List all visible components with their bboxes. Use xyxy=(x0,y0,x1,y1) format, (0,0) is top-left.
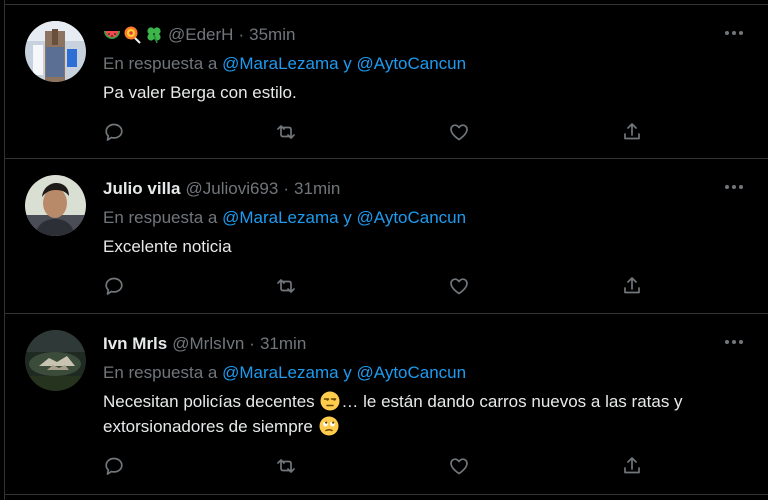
lollipop-emoji xyxy=(124,26,141,44)
avatar[interactable] xyxy=(25,175,86,236)
like-icon[interactable] xyxy=(448,275,470,297)
display-name[interactable]: Julio villa xyxy=(103,179,180,199)
timestamp[interactable]: 31min xyxy=(294,179,340,199)
share-icon[interactable] xyxy=(621,455,643,477)
like-icon[interactable] xyxy=(448,455,470,477)
more-options-icon[interactable] xyxy=(720,23,748,43)
reply-prefix: En respuesta a xyxy=(103,54,218,73)
retweet-icon[interactable] xyxy=(275,455,297,477)
display-name[interactable]: Ivn Mrls xyxy=(103,334,167,354)
mention-link[interactable]: @AytoCancun xyxy=(357,363,467,382)
reply-prefix: En respuesta a xyxy=(103,363,218,382)
more-options-icon[interactable] xyxy=(720,177,748,197)
like-icon[interactable] xyxy=(448,121,470,143)
mention-link[interactable]: @MaraLezama xyxy=(222,208,338,227)
mention-link[interactable]: @AytoCancun xyxy=(357,54,467,73)
more-options-icon[interactable] xyxy=(720,332,748,352)
rolling-eyes-emoji xyxy=(319,416,339,436)
user-handle[interactable]: @MrlsIvn xyxy=(172,334,244,354)
four-leaf-clover-emoji xyxy=(147,27,161,44)
mention-join: y xyxy=(343,208,352,227)
reply-context: En respuesta a @MaraLezama y @AytoCancun xyxy=(103,208,754,228)
mention-link[interactable]: @AytoCancun xyxy=(357,208,467,227)
tweet-actions xyxy=(4,121,640,143)
share-icon[interactable] xyxy=(621,275,643,297)
reply-icon[interactable] xyxy=(103,455,125,477)
user-handle[interactable]: @EderH xyxy=(168,25,233,45)
tweet-actions xyxy=(4,455,640,477)
timestamp[interactable]: 31min xyxy=(260,334,306,354)
share-icon[interactable] xyxy=(621,121,643,143)
avatar[interactable] xyxy=(25,21,86,82)
tweet[interactable]: Ivn Mrls @MrlsIvn · 31min En respuesta a… xyxy=(4,314,768,495)
mention-join: y xyxy=(343,363,352,382)
tweet-actions xyxy=(4,275,640,297)
avatar[interactable] xyxy=(25,330,86,391)
timestamp[interactable]: 35min xyxy=(249,25,295,45)
mention-link[interactable]: @MaraLezama xyxy=(222,363,338,382)
tweet-text-part: Necesitan policías decentes xyxy=(103,392,315,411)
tweet[interactable]: Julio villa @Juliovi693 · 31min En respu… xyxy=(4,159,768,314)
tweet-text: Pa valer Berga con estilo. xyxy=(103,83,297,102)
separator-dot: · xyxy=(249,334,255,353)
retweet-icon[interactable] xyxy=(275,121,297,143)
reply-prefix: En respuesta a xyxy=(103,208,218,227)
tweet-text: Necesitan policías decentes … le están d… xyxy=(103,389,754,439)
tweet-text: Excelente noticia xyxy=(103,237,232,256)
separator-dot: · xyxy=(283,179,290,198)
user-handle[interactable]: @Juliovi693 xyxy=(185,179,278,199)
retweet-icon[interactable] xyxy=(275,275,297,297)
unamused-face-emoji xyxy=(320,391,340,411)
tweet[interactable]: @EderH · 35min En respuesta a @MaraLezam… xyxy=(4,5,768,159)
display-name-emojis xyxy=(103,26,163,44)
watermelon-emoji xyxy=(104,31,120,39)
reply-feed: @EderH · 35min En respuesta a @MaraLezam… xyxy=(4,0,768,500)
mention-link[interactable]: @MaraLezama xyxy=(222,54,338,73)
reply-icon[interactable] xyxy=(103,275,125,297)
reply-context: En respuesta a @MaraLezama y @AytoCancun xyxy=(103,54,754,74)
reply-icon[interactable] xyxy=(103,121,125,143)
separator-dot: · xyxy=(238,25,245,44)
reply-context: En respuesta a @MaraLezama y @AytoCancun xyxy=(103,363,754,383)
mention-join: y xyxy=(343,54,352,73)
